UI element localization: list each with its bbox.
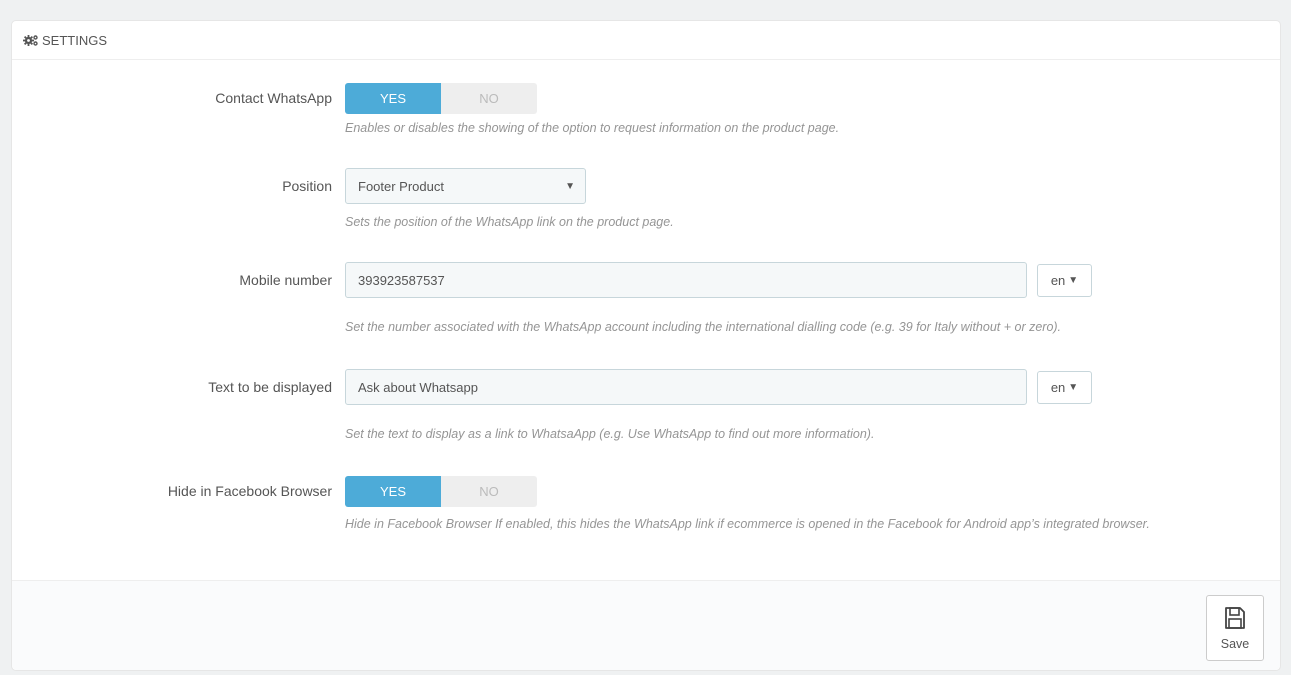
hide-facebook-yes-option[interactable]: YES: [345, 476, 441, 507]
contact-whatsapp-switch[interactable]: YES NO: [345, 83, 537, 114]
contact-whatsapp-help: Enables or disables the showing of the o…: [345, 121, 840, 135]
text-displayed-label: Text to be displayed: [208, 379, 332, 395]
contact-whatsapp-no-option[interactable]: NO: [441, 83, 537, 114]
panel-footer: Save: [12, 580, 1280, 670]
text-displayed-help: Set the text to display as a link to Wha…: [345, 427, 875, 441]
position-selected-value: Footer Product: [358, 178, 444, 194]
hide-facebook-label: Hide in Facebook Browser: [167, 483, 332, 499]
caret-down-icon: ▼: [1068, 275, 1079, 286]
save-button[interactable]: Save: [1206, 595, 1264, 661]
text-displayed-language-dropdown[interactable]: en ▼: [1037, 371, 1092, 404]
position-help: Sets the position of the WhatsApp link o…: [345, 215, 674, 229]
text-displayed-language-label: en: [1050, 380, 1066, 395]
hide-facebook-help: Hide in Facebook Browser If enabled, thi…: [345, 517, 1150, 531]
hide-facebook-switch[interactable]: YES NO: [345, 476, 537, 507]
caret-down-icon: ▼: [1068, 382, 1079, 393]
mobile-number-input[interactable]: [345, 262, 1027, 298]
hide-facebook-no-option[interactable]: NO: [441, 476, 537, 507]
contact-whatsapp-label: Contact WhatsApp: [215, 90, 332, 106]
mobile-number-language-label: en: [1050, 273, 1066, 288]
panel-title: SETTINGS: [42, 32, 108, 48]
cogs-icon: [23, 34, 39, 47]
floppy-disk-icon: [1224, 606, 1246, 633]
settings-panel: SETTINGS Contact WhatsApp YES NO Enables…: [11, 20, 1281, 671]
mobile-number-language-dropdown[interactable]: en ▼: [1037, 264, 1092, 297]
save-label: Save: [1220, 636, 1250, 651]
text-displayed-input[interactable]: [345, 369, 1027, 405]
mobile-number-label: Mobile number: [239, 272, 332, 288]
contact-whatsapp-yes-option[interactable]: YES: [345, 83, 441, 114]
position-select[interactable]: Footer Product ▼: [345, 168, 586, 204]
panel-heading: SETTINGS: [12, 21, 1280, 60]
chevron-down-icon: ▼: [565, 180, 575, 192]
position-label: Position: [282, 178, 332, 194]
mobile-number-help: Set the number associated with the Whats…: [345, 320, 1062, 334]
